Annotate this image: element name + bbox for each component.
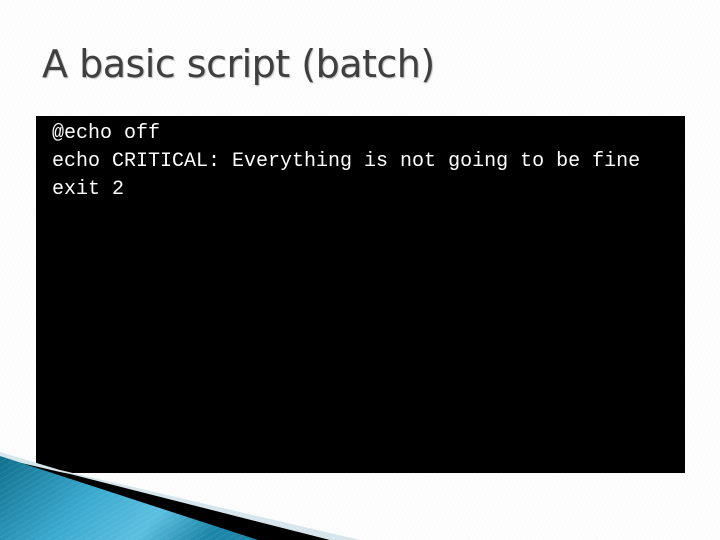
code-line: echo CRITICAL: Everything is not going t… — [52, 150, 641, 173]
code-line: @echo off — [52, 122, 161, 145]
slide-title: A basic script (batch) — [42, 42, 435, 86]
code-block: @echo off echo CRITICAL: Everything is n… — [36, 116, 685, 473]
code-line: exit 2 — [52, 178, 125, 201]
